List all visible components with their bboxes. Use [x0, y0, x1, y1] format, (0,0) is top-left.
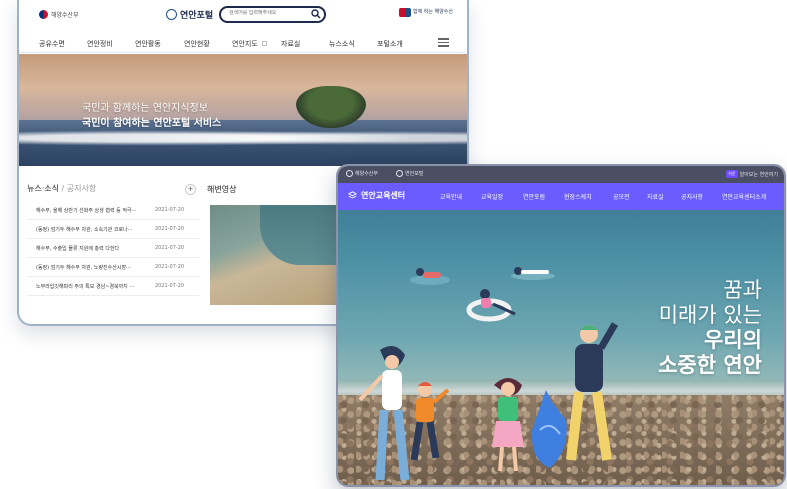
- easy-view-link[interactable]: 쉬운 알아보는 연안여기: [726, 170, 778, 178]
- hero-headline: 국민이 참여하는 연안포털 서비스: [82, 118, 222, 129]
- news-list-item[interactable]: (동정) 엄기두 해수부 차관, 소속기관 코로나··· 2021-07-20: [27, 220, 199, 239]
- nav-item-education-info[interactable]: 교육안내: [440, 192, 462, 201]
- easy-view-badge-icon: 쉬운: [726, 170, 738, 178]
- nav-item-contest[interactable]: 공모전: [613, 192, 630, 201]
- tab-notices[interactable]: 공지사항: [67, 184, 96, 193]
- education-center-window: 해양수산부 연안포털 쉬운 알아보는 연안여기 연안교육센터 교육안내 교육일정…: [336, 164, 786, 487]
- news-list-item[interactable]: 해수부, 올해 상반기 선화주 상생 협력 등 적극··· 2021-07-20: [27, 201, 199, 220]
- search-icon[interactable]: [311, 9, 321, 19]
- ministry-emblem-icon: [346, 170, 353, 177]
- news-title: 해수부, 수출입 물류 지원에 총력 다한다: [36, 246, 120, 252]
- news-list-item[interactable]: 노무라입깃해파리 주의 특보 경남~경북까지 ··· 2021-07-20: [27, 277, 199, 296]
- ministry-logo[interactable]: 해양수산부: [39, 10, 79, 19]
- nav-item-library[interactable]: 자료실: [281, 39, 300, 49]
- tab-news[interactable]: 뉴스·소식: [27, 184, 59, 193]
- ministry-link-text: 해양수산부: [355, 171, 379, 177]
- news-tabs: 뉴스·소식 / 공지사항: [27, 183, 199, 197]
- news-title: (동정) 엄기두 해수부 차관, 노량진수산시장···: [36, 265, 131, 271]
- news-list-item[interactable]: 해수부, 수출입 물류 지원에 총력 다한다 2021-07-20: [27, 239, 199, 258]
- search-box: [219, 6, 326, 23]
- nav-item-education-schedule[interactable]: 교육일정: [481, 192, 503, 201]
- news-date: 2021-07-20: [155, 245, 185, 251]
- portal-logo-icon: [166, 9, 177, 20]
- boy-figure-image: [410, 382, 450, 461]
- portal-logo[interactable]: 연안포털: [166, 8, 213, 21]
- nav-item-news[interactable]: 뉴스소식: [329, 39, 355, 49]
- news-list-item[interactable]: (동정) 엄기두 해수부 차관, 노량진수산시장··· 2021-07-20: [27, 258, 199, 277]
- easy-view-text: 알아보는 연안여기: [739, 171, 778, 178]
- partner-emblem-icon: [399, 8, 412, 17]
- news-date: 2021-07-20: [155, 283, 185, 289]
- education-hero: 꿈과 미래가 있는 우리의 소중한 연안: [338, 210, 784, 485]
- beach-video-thumbnail[interactable]: [210, 205, 340, 305]
- portal-header: 해양수산부 연안포털 함께 하는 해양수산: [19, 0, 467, 32]
- more-news-button[interactable]: +: [185, 184, 196, 195]
- nav-item-coast-status[interactable]: 연안현황: [184, 39, 210, 49]
- news-date: 2021-07-20: [155, 226, 185, 232]
- portal-emblem-icon: [396, 170, 403, 177]
- news-list: 해수부, 올해 상반기 선화주 상생 협력 등 적극··· 2021-07-20…: [27, 201, 199, 296]
- government-emblem-icon: [39, 10, 48, 19]
- education-nav: 연안교육센터 교육안내 교육일정 연안포럼 현장스케치 공모전 자료실 공지사항…: [338, 183, 784, 210]
- slogan-line-2: 미래가 있는: [658, 303, 762, 327]
- hero-slogan: 꿈과 미래가 있는 우리의 소중한 연안: [658, 278, 762, 378]
- nav-item-library[interactable]: 자료실: [647, 192, 664, 201]
- slogan-line-4: 소중한 연안: [658, 353, 762, 377]
- slogan-line-1: 꿈과: [723, 278, 762, 302]
- island-image: [296, 86, 366, 128]
- utility-bar: 해양수산부 연안포털 쉬운 알아보는 연안여기: [338, 166, 784, 183]
- news-date: 2021-07-20: [155, 264, 185, 270]
- father-figure-image: [566, 322, 619, 461]
- portal-link-text: 연안포털: [405, 171, 424, 177]
- wave-image: [19, 129, 467, 147]
- partner-logo[interactable]: 함께 하는 해양수산: [399, 8, 453, 17]
- hero-banner: 국민과 함께하는 연안지식정보 국민이 참여하는 연안포털 서비스: [19, 54, 467, 166]
- portal-logo-text: 연안포털: [180, 11, 214, 21]
- video-water-image: [260, 205, 340, 265]
- nav-item-coast-map[interactable]: 연안지도: [232, 39, 258, 49]
- tube-rider-image: [466, 289, 516, 322]
- news-date: 2021-07-20: [155, 207, 185, 213]
- nav-item-field-sketch[interactable]: 현장스케치: [564, 192, 592, 201]
- portal-nav: 공유수면 연안정비 연안활동 연안현황 연안지도 자료실 뉴스소식 포털소개: [19, 33, 467, 53]
- nav-item-public-waters[interactable]: 공유수면: [39, 39, 65, 49]
- nav-item-center-about[interactable]: 연안교육센터소개: [722, 192, 766, 201]
- nav-item-coast-maintenance[interactable]: 연안정비: [87, 39, 113, 49]
- nav-item-about-portal[interactable]: 포털소개: [377, 39, 403, 49]
- nav-item-coast-activity[interactable]: 연안활동: [135, 39, 161, 49]
- partner-text: 함께 하는 해양수산: [413, 9, 453, 15]
- education-center-title: 연안교육센터: [361, 191, 406, 200]
- ministry-link[interactable]: 해양수산부: [346, 170, 378, 177]
- swimmer-figure-image: [410, 268, 450, 285]
- nav-item-notices[interactable]: 공지사항: [681, 192, 703, 201]
- slogan-line-3: 우리의: [704, 328, 762, 352]
- news-title: 노무라입깃해파리 주의 특보 경남~경북까지 ···: [36, 284, 135, 290]
- hamburger-menu-icon[interactable]: [438, 38, 449, 47]
- news-title: (동정) 엄기두 해수부 차관, 소속기관 코로나···: [36, 227, 133, 233]
- education-center-logo[interactable]: 연안교육센터: [348, 190, 405, 201]
- layers-icon: [348, 191, 357, 199]
- hero-tagline: 국민과 함께하는 연안지식정보: [82, 103, 208, 114]
- search-input[interactable]: [229, 10, 309, 16]
- ministry-name: 해양수산부: [51, 12, 79, 19]
- news-title: 해수부, 올해 상반기 선화주 상생 협력 등 적극···: [36, 208, 137, 214]
- external-link-icon: [262, 41, 267, 46]
- floating-swimmer-image: [511, 267, 555, 280]
- portal-link[interactable]: 연안포털: [396, 170, 423, 177]
- beach-video-heading: 해변영상: [207, 185, 237, 194]
- news-panel: 뉴스·소식 / 공지사항 + 해수부, 올해 상반기 선화주 상생 협력 등 적…: [27, 183, 199, 296]
- nav-item-coast-forum[interactable]: 연안포럼: [523, 192, 545, 201]
